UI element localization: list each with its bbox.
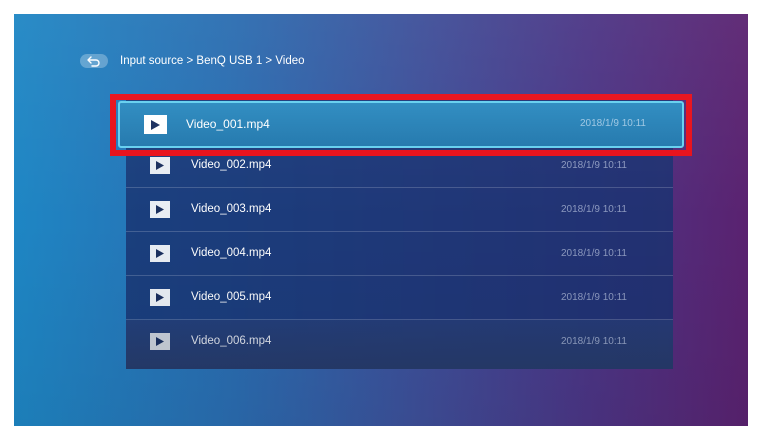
top-caption-strip bbox=[0, 0, 762, 14]
file-name: Video_003.mp4 bbox=[191, 203, 272, 215]
file-date: 2018/1/9 10:11 bbox=[580, 118, 646, 129]
file-name: Video_005.mp4 bbox=[191, 291, 272, 303]
file-row-selected[interactable]: Video_001.mp4 2018/1/9 10:11 bbox=[118, 101, 684, 148]
back-arrow-icon bbox=[87, 55, 100, 67]
back-button[interactable] bbox=[80, 54, 108, 68]
file-name: Video_006.mp4 bbox=[191, 335, 272, 347]
file-row[interactable]: Video_005.mp4 2018/1/9 10:11 bbox=[126, 276, 673, 320]
file-date: 2018/1/9 10:11 bbox=[561, 336, 627, 347]
file-row[interactable]: Video_002.mp4 2018/1/9 10:11 bbox=[126, 144, 673, 188]
play-icon bbox=[150, 289, 170, 306]
file-date: 2018/1/9 10:11 bbox=[561, 248, 627, 259]
file-name: Video_004.mp4 bbox=[191, 247, 272, 259]
play-icon bbox=[150, 157, 170, 174]
play-icon bbox=[144, 115, 167, 134]
file-date: 2018/1/9 10:11 bbox=[561, 160, 627, 171]
play-icon bbox=[150, 245, 170, 262]
header-bar: Input source > BenQ USB 1 > Video bbox=[80, 53, 305, 69]
play-icon bbox=[150, 201, 170, 218]
file-row[interactable]: Video_006.mp4 2018/1/9 10:11 bbox=[126, 320, 673, 369]
play-icon bbox=[150, 333, 170, 350]
file-date: 2018/1/9 10:11 bbox=[561, 204, 627, 215]
file-name: Video_001.mp4 bbox=[186, 117, 270, 131]
file-row[interactable]: Video_003.mp4 2018/1/9 10:11 bbox=[126, 188, 673, 232]
breadcrumb: Input source > BenQ USB 1 > Video bbox=[120, 55, 305, 67]
file-name: Video_002.mp4 bbox=[191, 159, 272, 171]
projector-screen: Input source > BenQ USB 1 > Video Video_… bbox=[14, 14, 748, 426]
file-date: 2018/1/9 10:11 bbox=[561, 292, 627, 303]
file-row[interactable]: Video_004.mp4 2018/1/9 10:11 bbox=[126, 232, 673, 276]
